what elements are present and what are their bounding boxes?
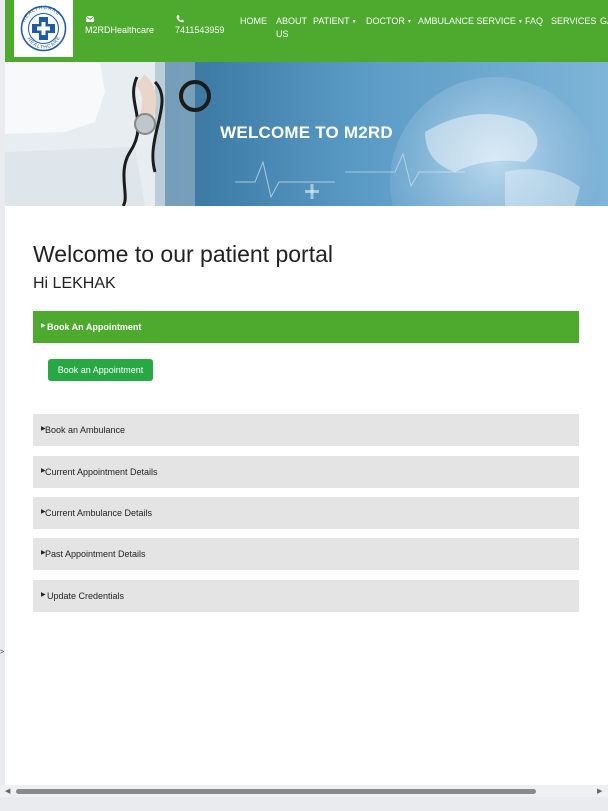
caret-right-icon: ▶ (41, 323, 46, 329)
nav-faq[interactable]: FAQ (525, 15, 543, 28)
book-appointment-button[interactable]: Book an Appointment (48, 359, 153, 381)
caret-right-icon: ▶ (41, 592, 46, 598)
user-greeting: Hi LEKHAK (33, 275, 116, 292)
accordion-label: Book an Ambulance (45, 425, 126, 435)
nav-doctor[interactable]: DOCTOR ▾ (366, 15, 411, 29)
accordion-label: Book An Appointment (47, 322, 142, 332)
page: HEALTHCARE HEALTHCARE M2RDHealthcare 741… (5, 0, 608, 785)
scroll-left-icon[interactable]: ◀ (5, 787, 10, 795)
nav-doctor-label: DOCTOR (366, 16, 405, 26)
chevron-down-icon: ▾ (352, 19, 356, 25)
nav-about-line2: US (276, 29, 289, 39)
accordion-book-appointment[interactable]: ▶ Book An Appointment (33, 311, 579, 343)
hero-title: WELCOME TO M2RD (220, 123, 393, 142)
nav-ambulance-service[interactable]: AMBULANCE SERVICE ▾ (418, 15, 522, 29)
accordion-update-credentials[interactable]: ▶ Update Credentials (33, 580, 579, 612)
phone-contact[interactable]: 7411543959 (175, 14, 224, 37)
nav-overflow-item[interactable]: GA (600, 15, 608, 28)
accordion-current-ambulance-details[interactable]: ▶ Current Ambulance Details (33, 497, 579, 529)
email-label: M2RDHealthcare (85, 25, 155, 35)
nav-about-line1: ABOUT (276, 16, 308, 26)
nav-ambulance-label: AMBULANCE SERVICE (418, 16, 516, 26)
scroll-right-icon[interactable]: ▶ (597, 787, 602, 795)
hero-banner: WELCOME TO M2RD (5, 62, 608, 206)
nav-home[interactable]: HOME (240, 15, 267, 28)
nav-about-us[interactable]: ABOUT US (276, 15, 307, 41)
logo[interactable]: HEALTHCARE HEALTHCARE (14, 0, 73, 57)
accordion-past-appointment-details[interactable]: ▶ Past Appointment Details (33, 538, 579, 570)
accordion-label: Current Ambulance Details (45, 508, 153, 518)
stray-glyph: > (0, 649, 5, 656)
nav-patient-label: PATIENT (313, 16, 350, 26)
accordion-book-ambulance[interactable]: ▶ Book an Ambulance (33, 414, 579, 446)
accordion-label: Update Credentials (47, 591, 125, 601)
accordion-label: Past Appointment Details (45, 549, 146, 559)
chevron-down-icon: ▾ (518, 19, 522, 25)
phone-label: 7411543959 (175, 25, 225, 35)
healthcare-logo-icon: HEALTHCARE HEALTHCARE (20, 5, 67, 52)
email-contact[interactable]: M2RDHealthcare (85, 14, 154, 37)
accordion-current-appointment-details[interactable]: ▶ Current Appointment Details (33, 456, 579, 488)
page-title: Welcome to our patient portal (33, 241, 334, 267)
phone-icon (176, 15, 184, 23)
scrollbar-thumb[interactable] (16, 789, 536, 794)
accordion-label: Current Appointment Details (45, 467, 158, 477)
nav-patient[interactable]: PATIENT ▾ (313, 15, 356, 29)
top-navbar: HEALTHCARE HEALTHCARE M2RDHealthcare 741… (5, 0, 608, 62)
horizontal-scrollbar[interactable]: ◀ ▶ (0, 785, 608, 797)
envelope-icon (85, 15, 95, 22)
chevron-down-icon: ▾ (407, 19, 411, 25)
nav-services[interactable]: SERVICES (551, 15, 596, 28)
